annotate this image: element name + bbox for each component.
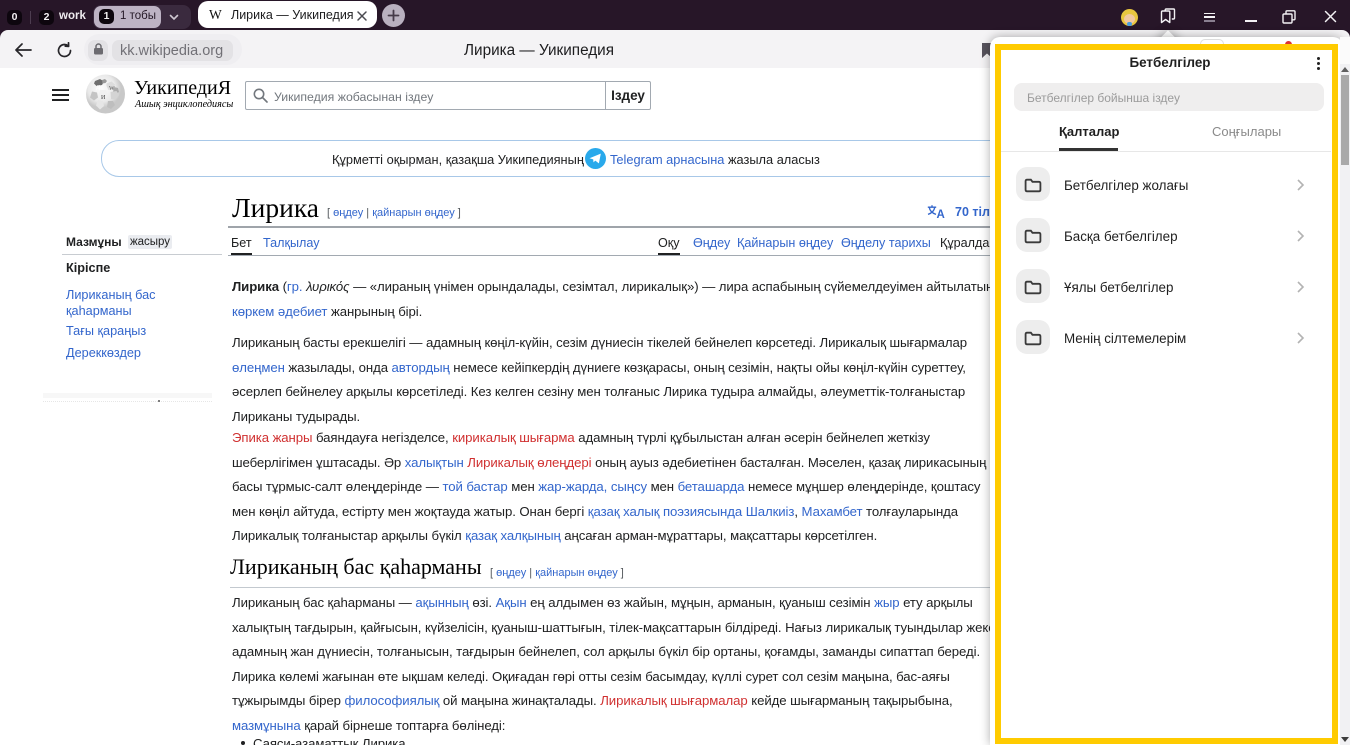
svg-text:A: A (937, 209, 945, 219)
svg-text:Д: Д (96, 85, 100, 91)
svg-text:И: И (101, 95, 106, 101)
svg-text:W: W (109, 86, 115, 92)
